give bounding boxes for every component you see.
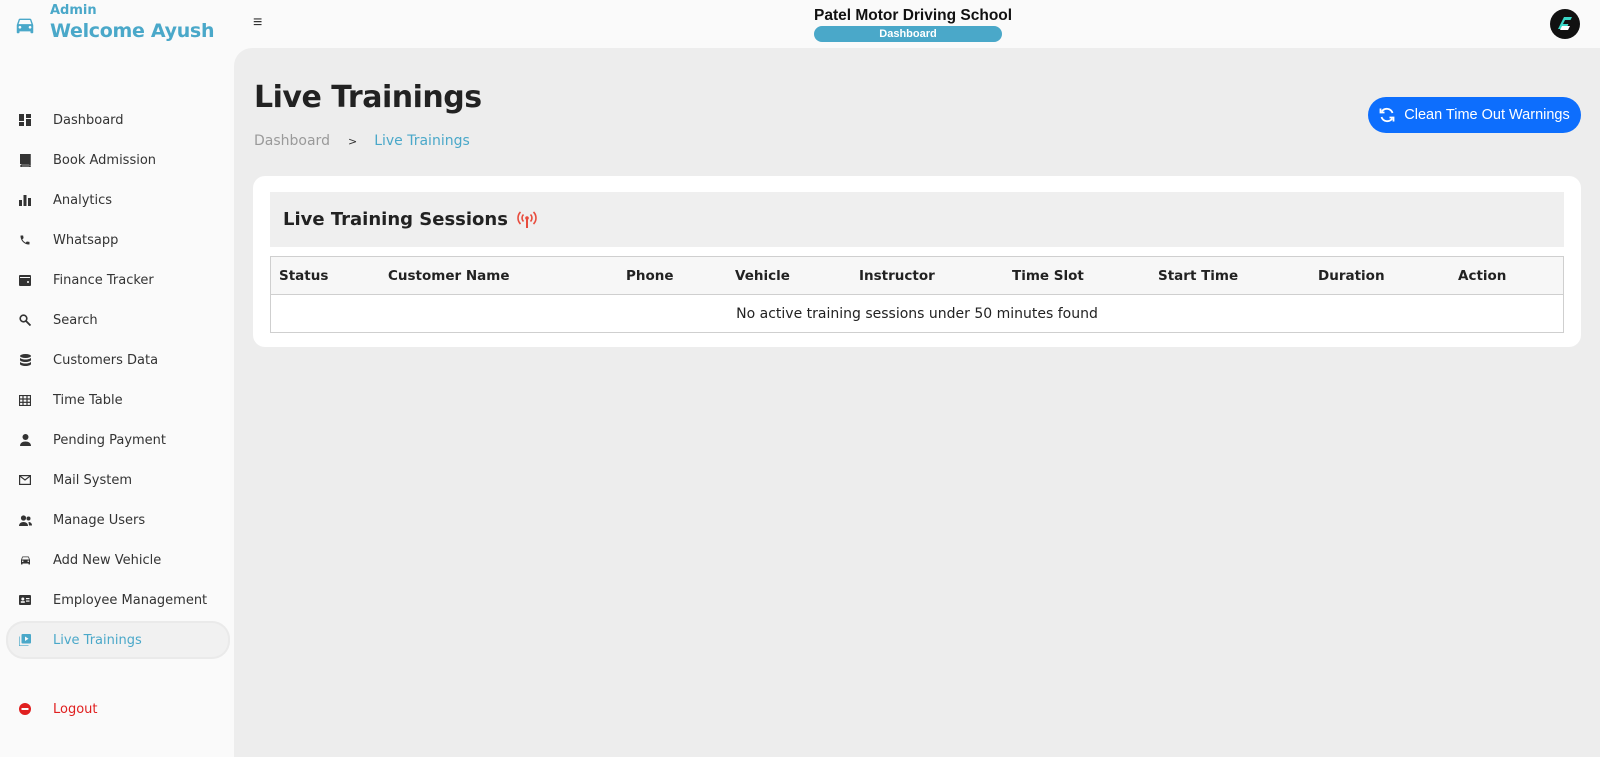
column-header-phone: Phone bbox=[626, 268, 674, 284]
card-header: Live Training Sessions bbox=[270, 192, 1564, 247]
section-pill[interactable]: Dashboard bbox=[814, 26, 1002, 42]
person-icon bbox=[18, 433, 32, 447]
sidebar-item-label: Dashboard bbox=[53, 112, 124, 128]
wallet-icon bbox=[18, 273, 32, 287]
user-role: Admin bbox=[50, 3, 97, 18]
menu-toggle-icon[interactable]: ≡ bbox=[253, 14, 262, 32]
sidebar-item-employee-management[interactable]: Employee Management bbox=[6, 582, 230, 618]
sidebar-item-label: Mail System bbox=[53, 472, 133, 488]
sidebar-item-whatsapp[interactable]: Whatsapp bbox=[6, 222, 230, 258]
sidebar-item-dashboard[interactable]: Dashboard bbox=[6, 102, 230, 138]
column-header-instructor: Instructor bbox=[859, 268, 935, 284]
book-icon bbox=[18, 153, 32, 167]
school-name: Patel Motor Driving School bbox=[814, 7, 1013, 24]
sidebar-item-mail-system[interactable]: Mail System bbox=[6, 462, 230, 498]
logout-button[interactable]: Logout bbox=[6, 691, 230, 727]
sessions-table: Status Customer Name Phone Vehicle Instr… bbox=[270, 256, 1564, 333]
sidebar-item-analytics[interactable]: Analytics bbox=[6, 182, 230, 218]
column-header-time-slot: Time Slot bbox=[1012, 268, 1084, 284]
car-icon bbox=[14, 14, 36, 36]
phone-icon bbox=[18, 233, 32, 247]
sidebar-item-time-table[interactable]: Time Table bbox=[6, 382, 230, 418]
welcome-text: Welcome Ayush bbox=[50, 20, 215, 42]
table-header: Status Customer Name Phone Vehicle Instr… bbox=[271, 257, 1563, 295]
sidebar-item-manage-users[interactable]: Manage Users bbox=[6, 502, 230, 538]
column-header-customer-name: Customer Name bbox=[388, 268, 510, 284]
column-header-action: Action bbox=[1458, 268, 1507, 284]
sidebar-item-label: Customers Data bbox=[53, 352, 159, 368]
sidebar-item-label: Finance Tracker bbox=[53, 272, 154, 288]
sidebar-item-pending-payment[interactable]: Pending Payment bbox=[6, 422, 230, 458]
main-content: Live Trainings Dashboard > Live Training… bbox=[234, 48, 1600, 757]
database-icon bbox=[18, 353, 32, 367]
logout-label: Logout bbox=[53, 701, 98, 717]
top-bar: Admin Welcome Ayush ≡ Patel Motor Drivin… bbox=[0, 0, 1600, 48]
brand: Admin Welcome Ayush bbox=[14, 4, 214, 44]
sidebar-item-book-admission[interactable]: Book Admission bbox=[6, 142, 230, 178]
school-header: Patel Motor Driving School Dashboard bbox=[814, 6, 1013, 42]
column-header-vehicle: Vehicle bbox=[735, 268, 790, 284]
sidebar-item-customers-data[interactable]: Customers Data bbox=[6, 342, 230, 378]
page-title: Live Trainings bbox=[254, 80, 482, 115]
breadcrumb-separator: > bbox=[347, 134, 358, 148]
avatar[interactable] bbox=[1550, 9, 1580, 39]
video-library-icon bbox=[18, 633, 32, 647]
sidebar-item-label: Analytics bbox=[53, 192, 113, 208]
search-icon bbox=[18, 313, 32, 327]
sidebar-item-label: Live Trainings bbox=[53, 632, 142, 648]
sidebar-item-label: Time Table bbox=[53, 392, 123, 408]
table-icon bbox=[18, 393, 32, 407]
sidebar-item-finance-tracker[interactable]: Finance Tracker bbox=[6, 262, 230, 298]
empty-state-message: No active training sessions under 50 min… bbox=[736, 305, 1098, 322]
sidebar: Dashboard Book Admission Analytics Whats… bbox=[0, 48, 234, 757]
sidebar-item-add-new-vehicle[interactable]: Add New Vehicle bbox=[6, 542, 230, 578]
live-sessions-card: Live Training Sessions Status Customer N… bbox=[253, 176, 1581, 347]
card-title: Live Training Sessions bbox=[283, 209, 508, 230]
refresh-icon bbox=[1379, 107, 1395, 123]
clean-button-label: Clean Time Out Warnings bbox=[1404, 107, 1570, 123]
logout-icon bbox=[18, 702, 32, 716]
sidebar-item-label: Search bbox=[53, 312, 98, 328]
id-card-icon bbox=[18, 593, 32, 607]
breadcrumb-current: Live Trainings bbox=[374, 133, 470, 149]
breadcrumb-home-link[interactable]: Dashboard bbox=[254, 133, 330, 149]
sidebar-item-label: Whatsapp bbox=[53, 232, 119, 248]
breadcrumb: Dashboard > Live Trainings bbox=[254, 133, 470, 149]
dashboard-icon bbox=[18, 113, 32, 127]
logo-icon bbox=[1558, 17, 1572, 30]
clean-time-out-warnings-button[interactable]: Clean Time Out Warnings bbox=[1368, 97, 1581, 133]
bar-chart-icon bbox=[18, 193, 32, 207]
sidebar-item-label: Manage Users bbox=[53, 512, 146, 528]
mail-icon bbox=[18, 473, 32, 487]
car-icon bbox=[18, 553, 32, 567]
sidebar-item-label: Employee Management bbox=[53, 592, 208, 608]
users-icon bbox=[18, 513, 32, 527]
sidebar-item-label: Pending Payment bbox=[53, 432, 167, 448]
column-header-start-time: Start Time bbox=[1158, 268, 1239, 284]
sidebar-item-label: Add New Vehicle bbox=[53, 552, 162, 568]
sidebar-item-search[interactable]: Search bbox=[6, 302, 230, 338]
column-header-status: Status bbox=[279, 268, 329, 284]
column-header-duration: Duration bbox=[1318, 268, 1385, 284]
live-signal-icon bbox=[517, 210, 537, 229]
sidebar-item-label: Book Admission bbox=[53, 152, 157, 168]
sidebar-item-live-trainings[interactable]: Live Trainings bbox=[6, 621, 230, 659]
